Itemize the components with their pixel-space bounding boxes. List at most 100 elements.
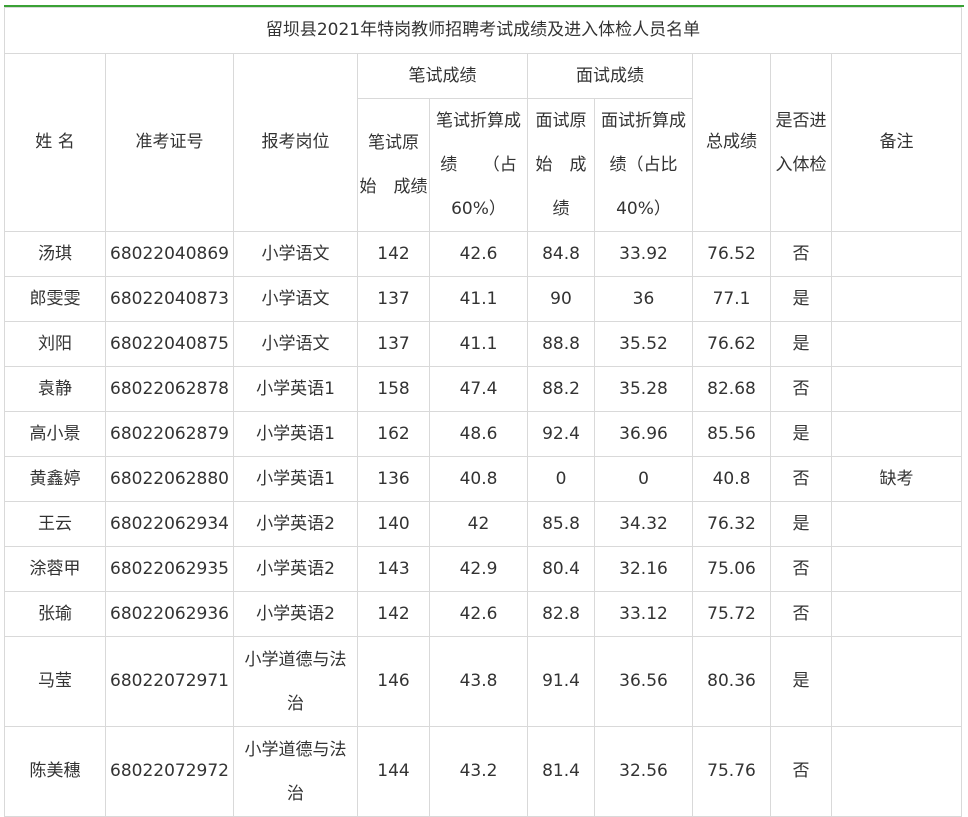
- header-written-conv-line3: 60%）: [451, 199, 506, 219]
- cell-position: 小学英语1: [233, 411, 358, 457]
- cell-written-raw: 146: [357, 636, 430, 727]
- cell-ticket: 68022062936: [105, 591, 234, 637]
- cell-position: 小学英语2: [233, 546, 358, 592]
- cell-position: 小学英语1: [233, 366, 358, 412]
- cell-remark: [831, 411, 962, 457]
- cell-written-conv: 41.1: [429, 321, 528, 367]
- cell-total: 82.68: [692, 366, 771, 412]
- cell-physical: 否: [770, 231, 832, 277]
- cell-written-conv: 42.9: [429, 546, 528, 592]
- cell-physical: 否: [770, 726, 832, 817]
- cell-interview-raw: 85.8: [527, 501, 595, 547]
- cell-name: 王云: [4, 501, 106, 547]
- table-row: 郎雯雯 68022040873 小学语文 137 41.1 90 36 77.1…: [4, 276, 962, 322]
- cell-position: 小学英语1: [233, 456, 358, 502]
- cell-written-conv: 43.2: [429, 726, 528, 817]
- table-row: 刘阳 68022040875 小学语文 137 41.1 88.8 35.52 …: [4, 321, 962, 367]
- cell-ticket: 68022040875: [105, 321, 234, 367]
- cell-position-line1: 小学道德与法: [244, 649, 347, 670]
- cell-interview-conv: 36.96: [594, 411, 693, 457]
- cell-written-raw: 162: [357, 411, 430, 457]
- cell-ticket: 68022062934: [105, 501, 234, 547]
- cell-written-raw: 142: [357, 231, 430, 277]
- table-row: 陈美穗 68022072972 小学道德与法 治 144 43.2 81.4 3…: [4, 726, 962, 817]
- table-row: 涂蓉甲 68022062935 小学英语2 143 42.9 80.4 32.1…: [4, 546, 962, 592]
- cell-ticket: 68022062880: [105, 456, 234, 502]
- results-table: 留坝县2021年特岗教师招聘考试成绩及进入体检人员名单 姓 名 准考证号 报考岗…: [4, 7, 962, 817]
- header-written-conv-line2: 绩 （占: [440, 155, 517, 175]
- cell-ticket: 68022072972: [105, 726, 234, 817]
- cell-physical: 是: [770, 411, 832, 457]
- cell-position: 小学道德与法 治: [233, 636, 358, 727]
- cell-name: 陈美穗: [4, 726, 106, 817]
- cell-remark: [831, 591, 962, 637]
- header-name: 姓 名: [4, 53, 106, 232]
- header-remark: 备注: [831, 53, 962, 232]
- header-interview: 面试成绩: [527, 53, 693, 99]
- cell-interview-raw: 91.4: [527, 636, 595, 727]
- cell-position: 小学道德与法 治: [233, 726, 358, 817]
- cell-ticket: 68022062878: [105, 366, 234, 412]
- cell-physical: 否: [770, 456, 832, 502]
- header-interview-raw: 面试原 始 成 绩: [527, 98, 595, 232]
- cell-position-line2: 治: [287, 783, 304, 804]
- cell-name: 高小景: [4, 411, 106, 457]
- cell-interview-raw: 88.8: [527, 321, 595, 367]
- cell-remark: [831, 276, 962, 322]
- cell-position: 小学语文: [233, 276, 358, 322]
- cell-remark: [831, 501, 962, 547]
- cell-remark: [831, 546, 962, 592]
- cell-written-raw: 143: [357, 546, 430, 592]
- header-ticket: 准考证号: [105, 53, 234, 232]
- cell-name: 黄鑫婷: [4, 456, 106, 502]
- cell-total: 85.56: [692, 411, 771, 457]
- cell-total: 76.32: [692, 501, 771, 547]
- cell-written-conv: 42.6: [429, 231, 528, 277]
- cell-interview-conv: 36: [594, 276, 693, 322]
- cell-interview-raw: 92.4: [527, 411, 595, 457]
- cell-total: 76.62: [692, 321, 771, 367]
- cell-written-conv: 41.1: [429, 276, 528, 322]
- header-physical-line2: 入体检: [775, 154, 827, 175]
- cell-remark: [831, 726, 962, 817]
- header-written-raw-line1: 笔试原: [368, 133, 419, 153]
- header-interview-conv-line3: 40%）: [616, 199, 671, 219]
- header-written-conv-line1: 笔试折算成: [436, 111, 521, 131]
- cell-remark: [831, 321, 962, 367]
- cell-total: 80.36: [692, 636, 771, 727]
- cell-name: 郎雯雯: [4, 276, 106, 322]
- cell-written-conv: 48.6: [429, 411, 528, 457]
- header-written-conv: 笔试折算成 绩 （占 60%）: [429, 98, 528, 232]
- cell-physical: 是: [770, 501, 832, 547]
- cell-total: 75.72: [692, 591, 771, 637]
- cell-ticket: 68022062935: [105, 546, 234, 592]
- header-interview-raw-line1: 面试原: [535, 111, 587, 131]
- cell-written-raw: 136: [357, 456, 430, 502]
- cell-position-line1: 小学道德与法: [244, 739, 347, 760]
- cell-name: 张瑜: [4, 591, 106, 637]
- cell-written-raw: 158: [357, 366, 430, 412]
- cell-ticket: 68022040873: [105, 276, 234, 322]
- table-row: 黄鑫婷 68022062880 小学英语1 136 40.8 0 0 40.8 …: [4, 456, 962, 502]
- header-interview-raw-line2: 始 成: [535, 155, 587, 175]
- cell-written-raw: 137: [357, 276, 430, 322]
- cell-position: 小学语文: [233, 321, 358, 367]
- header-written: 笔试成绩: [357, 53, 528, 99]
- header-written-raw-line2: 始 成绩: [359, 177, 428, 197]
- cell-physical: 否: [770, 546, 832, 592]
- cell-ticket: 68022062879: [105, 411, 234, 457]
- cell-written-conv: 42: [429, 501, 528, 547]
- header-physical: 是否进 入体检: [770, 53, 832, 232]
- header-interview-conv-line1: 面试折算成: [601, 111, 686, 131]
- cell-interview-conv: 35.28: [594, 366, 693, 412]
- cell-written-conv: 47.4: [429, 366, 528, 412]
- cell-written-conv: 40.8: [429, 456, 528, 502]
- header-total: 总成绩: [692, 53, 771, 232]
- cell-ticket: 68022040869: [105, 231, 234, 277]
- cell-position: 小学语文: [233, 231, 358, 277]
- cell-written-conv: 43.8: [429, 636, 528, 727]
- cell-remark: [831, 636, 962, 727]
- table-row: 高小景 68022062879 小学英语1 162 48.6 92.4 36.9…: [4, 411, 962, 457]
- cell-physical: 是: [770, 321, 832, 367]
- cell-interview-raw: 81.4: [527, 726, 595, 817]
